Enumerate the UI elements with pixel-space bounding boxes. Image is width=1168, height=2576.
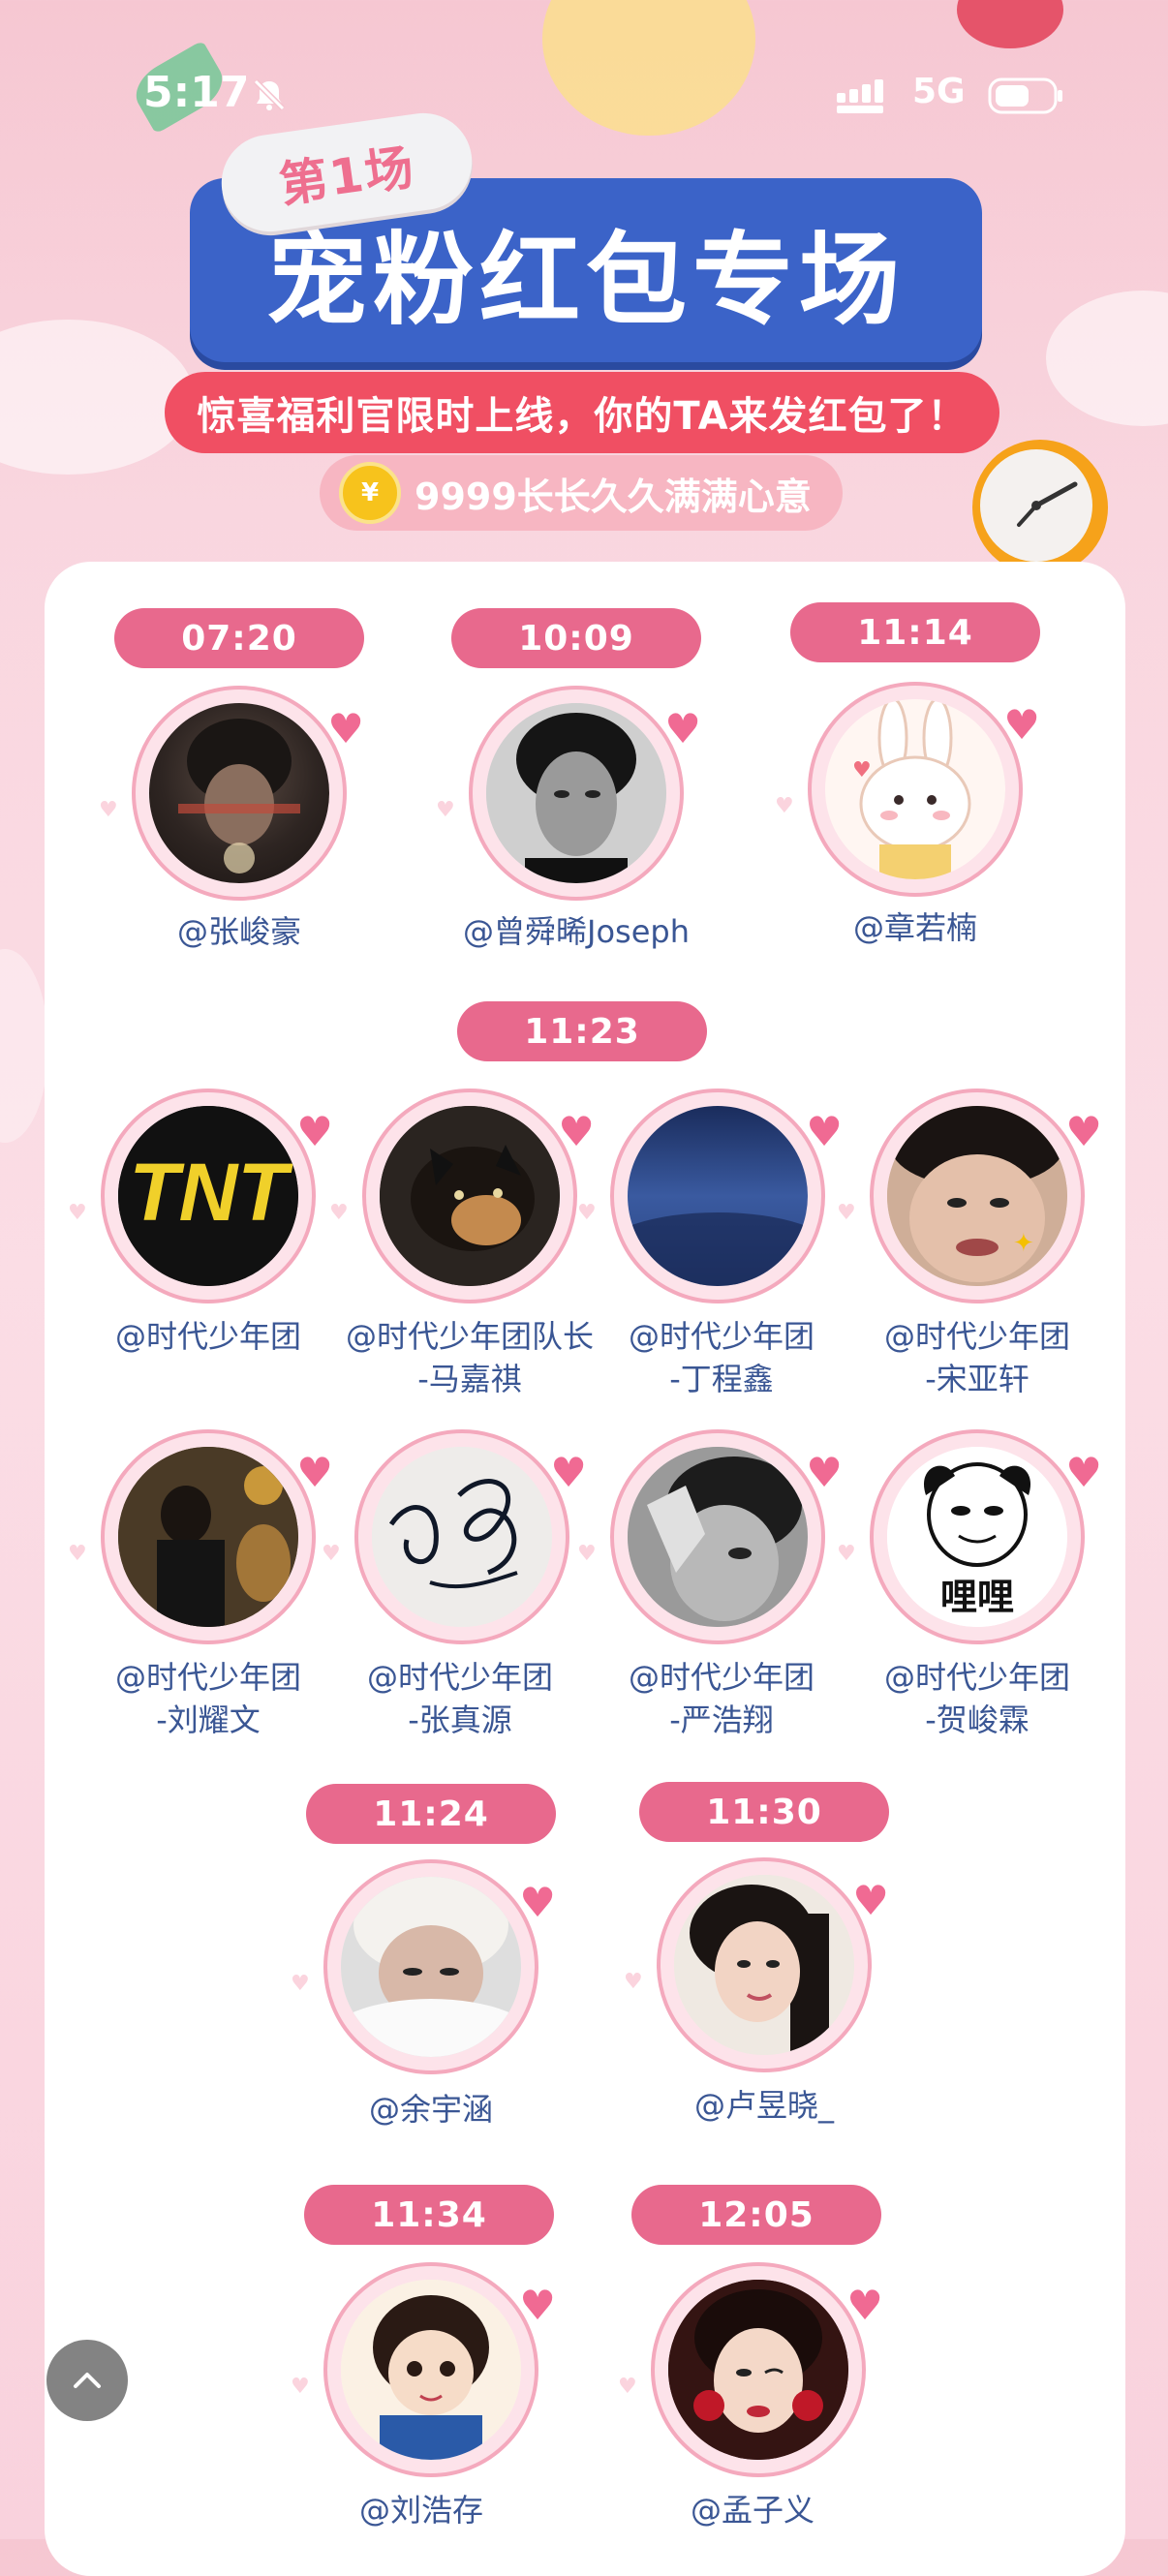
time-pill: 11:24 — [306, 1784, 556, 1844]
heart-icon: ♥ — [846, 2282, 883, 2329]
battery-icon — [988, 77, 1062, 114]
avatar[interactable]: ♥ ♥ — [322, 1429, 587, 1644]
heart-icon: ♥ — [519, 2282, 556, 2329]
user-name-suffix[interactable]: -宋亚轩 — [837, 1358, 1118, 1400]
heart-icon: ♥ — [624, 1970, 643, 1994]
heart-icon: ♥ — [664, 705, 701, 752]
status-time: 5:17 — [143, 68, 250, 117]
user-name-link[interactable]: @孟子义 — [612, 2489, 893, 2531]
decor-character — [542, 0, 755, 136]
heart-icon: ♥ — [291, 2375, 310, 2399]
heart-icon: ♥ — [837, 1542, 856, 1566]
avatar[interactable]: 哩哩 ♥ ♥ — [837, 1429, 1102, 1644]
network-label: 5G — [912, 72, 966, 111]
heart-icon: ♥ — [1065, 1108, 1102, 1155]
heart-icon: ♥ — [1003, 701, 1040, 749]
heart-icon: ♥ — [618, 2375, 637, 2399]
heart-icon: ♥ — [577, 1201, 597, 1225]
user-name-suffix[interactable]: -张真源 — [320, 1699, 600, 1741]
time-pill: 11:23 — [457, 1001, 707, 1061]
user-name-link[interactable]: @时代少年团 — [68, 1656, 349, 1699]
avatar[interactable]: ♥ ♥ — [624, 1857, 889, 2072]
heart-icon: ♥ — [852, 1877, 889, 1924]
heart-icon: ♥ — [806, 1449, 843, 1496]
user-name-link[interactable]: @章若楠 — [784, 906, 1046, 949]
clock-icon — [972, 440, 1108, 575]
user-name-link[interactable]: @时代少年团 — [837, 1656, 1118, 1699]
user-name-link[interactable]: @余宇涵 — [291, 2088, 571, 2131]
heart-icon: ♥ — [68, 1542, 87, 1566]
meme-text: 哩哩 — [940, 1576, 1014, 1618]
signal-icon — [837, 79, 883, 113]
heart-icon: ♥ — [291, 1972, 310, 1996]
avatar[interactable]: ♥ ♥ — [291, 2262, 556, 2477]
heart-icon: ♥ — [558, 1108, 595, 1155]
user-name-link[interactable]: @时代少年团 — [581, 1656, 862, 1699]
user-name-link[interactable]: @时代少年团 — [837, 1315, 1118, 1358]
heart-icon: ♥ — [1065, 1449, 1102, 1496]
avatar[interactable]: ♥ ♥ — [68, 1429, 333, 1644]
heart-icon: ♥ — [296, 1449, 333, 1496]
time-pill: 11:30 — [639, 1782, 889, 1842]
coin-icon: ¥ — [339, 462, 401, 524]
heart-icon: ♥ — [519, 1879, 556, 1926]
user-name-link[interactable]: @时代少年团队长 — [329, 1315, 610, 1358]
heart-icon: ♥ — [577, 1542, 597, 1566]
svg-text:✦: ✦ — [1013, 1229, 1034, 1258]
tnt-logo-text: TNT — [129, 1147, 293, 1238]
time-pill: 10:09 — [451, 608, 701, 668]
avatar[interactable]: TNT ♥ ♥ — [68, 1089, 333, 1303]
heart-icon: ♥ — [322, 1542, 341, 1566]
heart-icon: ♥ — [68, 1201, 87, 1225]
user-name-suffix[interactable]: -严浩翔 — [581, 1699, 862, 1741]
heart-icon: ♥ — [806, 1108, 843, 1155]
heart-icon: ♥ — [775, 794, 794, 818]
user-name-link[interactable]: @时代少年团 — [68, 1315, 349, 1358]
user-name-suffix[interactable]: -马嘉祺 — [329, 1358, 610, 1400]
user-name-link[interactable]: @时代少年团 — [581, 1315, 862, 1358]
user-name-link[interactable]: @卢昱晓_ — [624, 2084, 905, 2127]
heart-icon: ♥ — [550, 1449, 587, 1496]
user-name-suffix[interactable]: -贺峻霖 — [837, 1699, 1118, 1741]
avatar[interactable]: ✦ ♥ ♥ — [837, 1089, 1102, 1303]
user-name-link[interactable]: @刘浩存 — [281, 2489, 562, 2531]
decor-ball — [957, 0, 1063, 48]
time-pill: 11:34 — [304, 2185, 554, 2245]
avatar[interactable]: ♥ ♥ — [99, 686, 364, 901]
time-pill: 11:14 — [790, 602, 1040, 662]
svg-text:♥: ♥ — [852, 758, 872, 782]
chevron-up-icon — [74, 2373, 101, 2388]
subtitle-banner: 惊喜福利官限时上线，你的TA来发红包了！ — [165, 372, 999, 453]
avatar[interactable]: ♥ ♥ ♥ — [775, 682, 1040, 897]
heart-icon: ♥ — [99, 798, 118, 822]
avatar[interactable]: ♥ ♥ — [577, 1429, 843, 1644]
heart-icon: ♥ — [436, 798, 455, 822]
slogan-text: 9999长长久久满满心意 — [415, 475, 812, 518]
heart-icon: ♥ — [327, 705, 364, 752]
slogan-pill: ¥ 9999长长久久满满心意 — [320, 455, 843, 531]
avatar[interactable]: ♥ ♥ — [291, 1859, 556, 2074]
bell-muted-icon — [253, 78, 286, 111]
heart-icon: ♥ — [837, 1201, 856, 1225]
time-pill: 12:05 — [631, 2185, 881, 2245]
heart-icon: ♥ — [329, 1201, 349, 1225]
user-name-link[interactable]: @曾舜晞Joseph — [426, 910, 726, 953]
back-to-top-button[interactable] — [46, 2340, 128, 2421]
user-name-suffix[interactable]: -刘耀文 — [68, 1699, 349, 1741]
user-name-suffix[interactable]: -丁程鑫 — [581, 1358, 862, 1400]
user-name-link[interactable]: @时代少年团 — [320, 1656, 600, 1699]
avatar[interactable]: ♥ ♥ — [329, 1089, 595, 1303]
avatar[interactable]: ♥ ♥ — [577, 1089, 843, 1303]
avatar[interactable]: ♥ ♥ — [618, 2262, 883, 2477]
time-pill: 07:20 — [114, 608, 364, 668]
user-name-link[interactable]: @张峻豪 — [103, 910, 376, 953]
avatar[interactable]: ♥ ♥ — [436, 686, 701, 901]
heart-icon: ♥ — [296, 1108, 333, 1155]
